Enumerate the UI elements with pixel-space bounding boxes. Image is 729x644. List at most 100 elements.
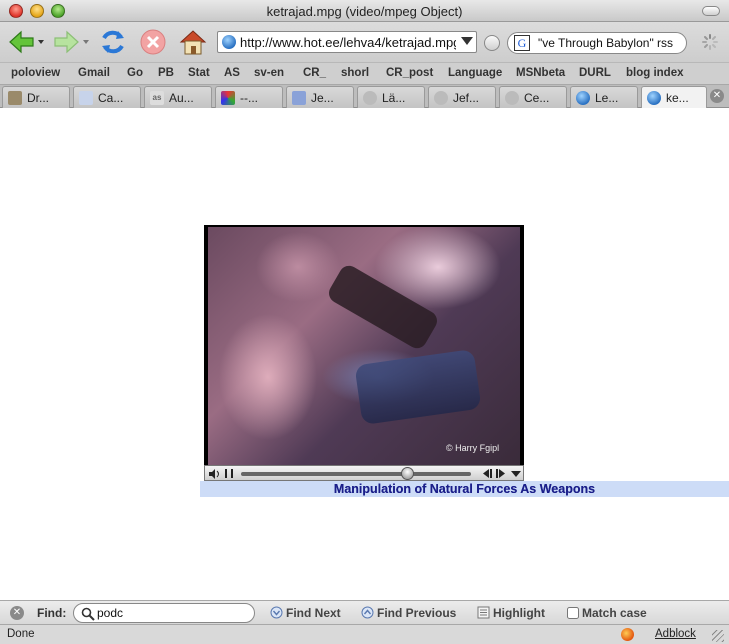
highlight-label: Highlight (493, 606, 545, 620)
window-title: ketrajad.mpg (video/mpeg Object) (266, 4, 463, 19)
reload-icon (102, 30, 124, 54)
seek-handle[interactable] (400, 467, 414, 480)
tab-active[interactable]: ke... (641, 86, 707, 108)
adblock-link[interactable]: Adblock (655, 628, 696, 640)
back-button[interactable] (6, 26, 38, 58)
reload-button[interactable] (97, 26, 129, 58)
tab[interactable]: Jef... (428, 86, 496, 108)
search-input[interactable]: "ve Through Babylon" rss (538, 36, 683, 50)
back-arrow-icon (9, 30, 34, 54)
url-bar[interactable]: http://www.hot.ee/lehva4/ketrajad.mpg (217, 31, 477, 53)
bookmark-item[interactable]: poloview (11, 67, 60, 79)
tab-label: Jef... (453, 91, 480, 105)
tab-label: ke... (666, 91, 689, 105)
volume-icon[interactable] (209, 469, 221, 479)
bookmark-item[interactable]: Language (448, 67, 502, 79)
puzzle-icon (8, 91, 22, 105)
url-input[interactable]: http://www.hot.ee/lehva4/ketrajad.mpg (240, 35, 456, 50)
back-history-dropdown-icon[interactable] (38, 40, 44, 44)
forward-arrow-icon (54, 30, 79, 54)
tab[interactable]: Je... (286, 86, 354, 108)
close-find-bar-icon[interactable]: ✕ (10, 606, 24, 620)
find-label: Find: (37, 606, 67, 620)
globe-icon (576, 91, 590, 105)
chart-icon (292, 91, 306, 105)
status-bar: Done Adblock (0, 624, 729, 644)
cal-icon (79, 91, 93, 105)
forward-button[interactable] (50, 26, 82, 58)
bookmark-item[interactable]: MSNbeta (516, 67, 565, 79)
checkbox-icon (567, 607, 579, 619)
navigation-toolbar: http://www.hot.ee/lehva4/ketrajad.mpg G … (0, 22, 729, 62)
tab-label: Ce... (524, 91, 550, 105)
tab-label: Le... (595, 91, 619, 105)
match-case-checkbox[interactable]: Match case (567, 606, 647, 620)
gray-globe-icon (363, 91, 377, 105)
bookmark-item[interactable]: Stat (188, 67, 210, 79)
search-bar[interactable]: G "ve Through Babylon" rss (507, 32, 687, 54)
step-forward-icon[interactable] (495, 468, 507, 479)
forward-history-dropdown-icon[interactable] (83, 40, 89, 44)
arrow-down-circle-icon (270, 606, 283, 619)
bookmark-item[interactable]: Gmail (78, 67, 110, 79)
go-button[interactable] (484, 35, 500, 51)
seek-bar[interactable] (241, 467, 471, 480)
match-case-label: Match case (582, 606, 647, 620)
tab[interactable]: Lä... (357, 86, 425, 108)
bookmark-item[interactable]: CR_post (386, 67, 433, 79)
tab[interactable]: Ce... (499, 86, 567, 108)
bookmark-item[interactable]: DURL (579, 67, 611, 79)
video-scene-shape (325, 262, 441, 352)
gray-globe-icon (505, 91, 519, 105)
video-player[interactable]: © Harry Fgipl (204, 225, 524, 467)
resize-grip[interactable] (712, 630, 724, 642)
highlight-button[interactable]: Highlight (477, 606, 545, 620)
search-icon (81, 607, 95, 621)
find-input[interactable]: podc (73, 603, 255, 623)
firefox-icon (621, 628, 634, 641)
video-scene-shape (354, 348, 482, 426)
tab[interactable]: Le... (570, 86, 638, 108)
bookmarks-toolbar: poloview Gmail Go PB Stat AS sv-en CR_ s… (0, 62, 729, 84)
url-history-dropdown-icon[interactable] (461, 37, 473, 45)
bookmark-item[interactable]: blog index (626, 67, 684, 79)
player-menu-chevron-down-icon[interactable] (511, 471, 521, 477)
tab[interactable]: as Au... (144, 86, 212, 108)
tab-label: --... (240, 91, 258, 105)
close-tab-icon[interactable]: ✕ (710, 89, 724, 103)
find-next-label: Find Next (286, 606, 341, 620)
page-content: © Harry Fgipl (0, 108, 729, 600)
pause-button[interactable] (225, 469, 233, 478)
arrow-up-circle-icon (361, 606, 374, 619)
highlight-icon (477, 606, 490, 619)
find-previous-button[interactable]: Find Previous (361, 606, 456, 620)
tab[interactable]: Dr... (2, 86, 70, 108)
triangle-icon (221, 91, 235, 105)
tab[interactable]: --... (215, 86, 283, 108)
search-engine-icon[interactable]: G (514, 35, 530, 51)
bookmark-item[interactable]: Go (127, 67, 143, 79)
tab-label: Lä... (382, 91, 406, 105)
step-back-icon[interactable] (481, 468, 493, 479)
find-query-text[interactable]: podc (97, 606, 123, 620)
stop-icon (140, 29, 166, 55)
find-next-button[interactable]: Find Next (270, 606, 341, 620)
globe-icon (647, 91, 661, 105)
tab-bar: Dr... Ca... as Au... --... Je... Lä... J… (0, 84, 729, 108)
stop-button[interactable] (137, 26, 169, 58)
bookmark-item[interactable]: CR_ (303, 67, 326, 79)
bookmark-item[interactable]: PB (158, 67, 174, 79)
loading-throbber-icon (702, 34, 718, 50)
home-button[interactable] (177, 26, 209, 58)
gray-globe-icon (434, 91, 448, 105)
video-controls (204, 465, 524, 481)
site-favicon-icon (222, 35, 236, 49)
bookmark-item[interactable]: shorl (341, 67, 369, 79)
home-icon (179, 30, 207, 55)
toolbar-toggle-button[interactable] (702, 6, 720, 16)
as-icon: as (150, 91, 164, 105)
bookmark-item[interactable]: AS (224, 67, 240, 79)
tab[interactable]: Ca... (73, 86, 141, 108)
bookmark-item[interactable]: sv-en (254, 67, 284, 79)
video-caption: Manipulation of Natural Forces As Weapon… (200, 481, 729, 497)
